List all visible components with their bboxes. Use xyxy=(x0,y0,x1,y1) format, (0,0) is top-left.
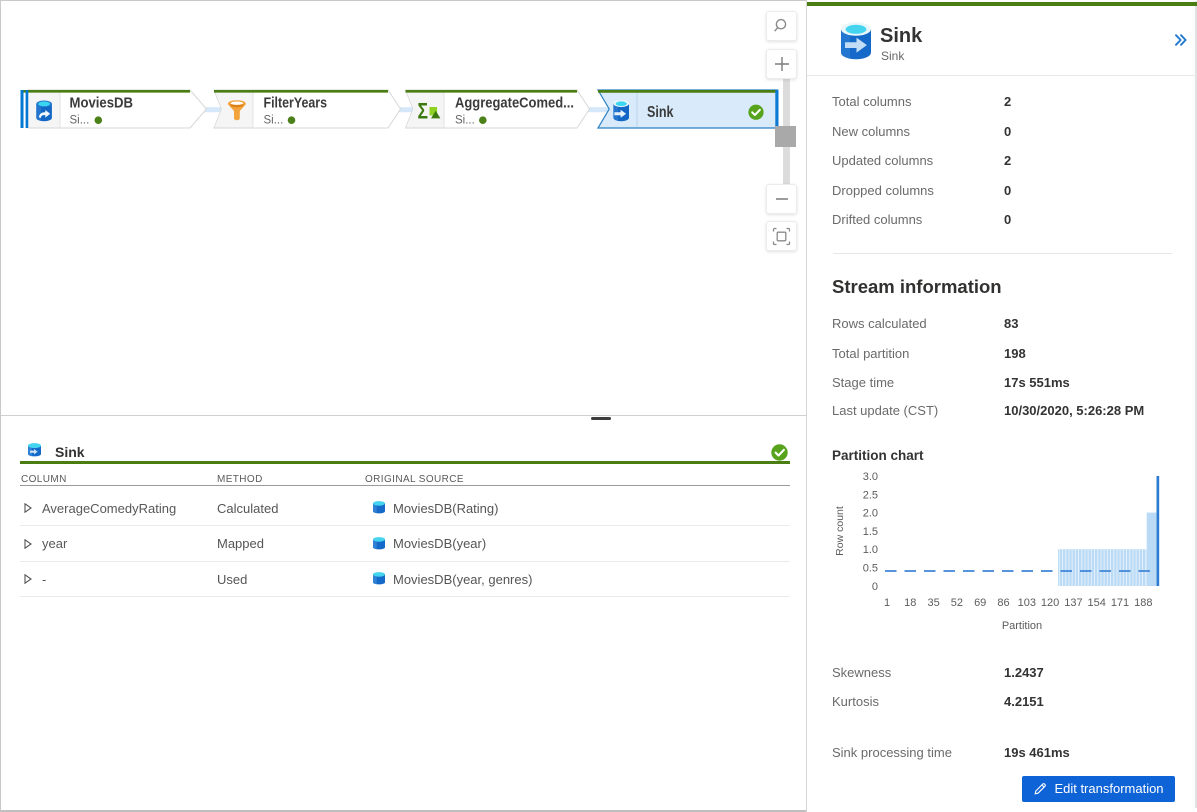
svg-text:137: 137 xyxy=(1064,597,1082,609)
svg-text:Partition: Partition xyxy=(1002,620,1042,632)
svg-text:0.5: 0.5 xyxy=(863,563,878,575)
svg-text:1.0: 1.0 xyxy=(863,544,878,556)
svg-text:103: 103 xyxy=(1018,597,1036,609)
svg-text:Si...: Si... xyxy=(264,114,284,126)
svg-text:154: 154 xyxy=(1088,597,1106,609)
svg-text:120: 120 xyxy=(1041,597,1059,609)
svg-text:Si...: Si... xyxy=(70,114,90,126)
svg-text:1.5: 1.5 xyxy=(863,526,878,538)
svg-text:18: 18 xyxy=(904,597,916,609)
svg-text:FilterYears: FilterYears xyxy=(264,94,328,111)
svg-text:2.0: 2.0 xyxy=(863,508,878,520)
svg-text:0: 0 xyxy=(872,581,878,593)
svg-text:171: 171 xyxy=(1111,597,1129,609)
svg-text:AggregateComed...: AggregateComed... xyxy=(455,94,574,111)
svg-text:35: 35 xyxy=(927,597,939,609)
svg-text:3.0: 3.0 xyxy=(863,471,878,483)
svg-text:2.5: 2.5 xyxy=(863,489,878,501)
svg-text:Sink: Sink xyxy=(647,104,674,121)
svg-text:Row count: Row count xyxy=(834,506,846,556)
svg-text:52: 52 xyxy=(951,597,963,609)
svg-text:1: 1 xyxy=(884,597,890,609)
svg-text:69: 69 xyxy=(974,597,986,609)
svg-text:188: 188 xyxy=(1134,597,1152,609)
svg-text:MoviesDB: MoviesDB xyxy=(70,94,134,111)
svg-text:86: 86 xyxy=(997,597,1009,609)
svg-text:Si...: Si... xyxy=(455,114,475,126)
svg-text:Σ: Σ xyxy=(418,98,429,123)
